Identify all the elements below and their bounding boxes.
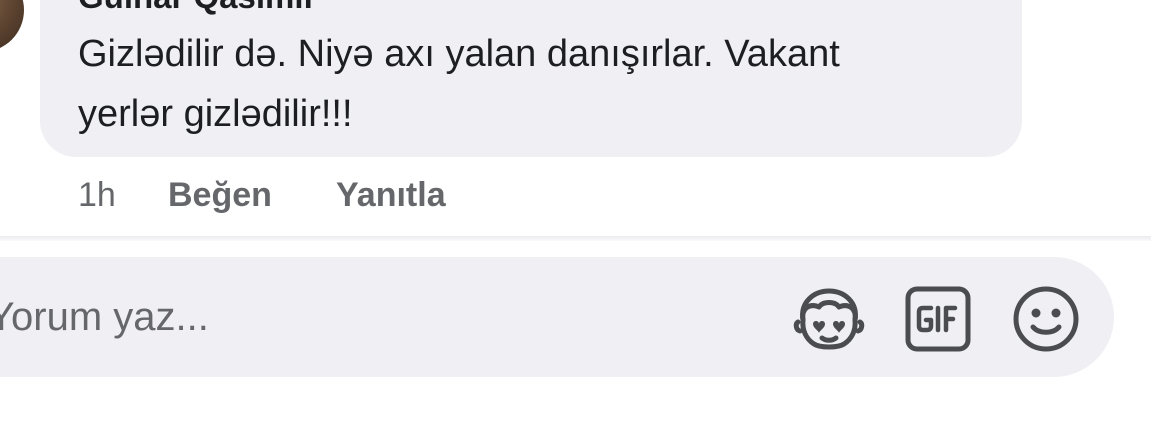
gif-button[interactable] <box>901 284 975 354</box>
comment-text: Gizlədilir də. Niyə axı yalan danışırlar… <box>78 24 1008 144</box>
comment-timestamp[interactable]: 1h <box>78 176 116 215</box>
emoji-button[interactable] <box>1009 284 1083 354</box>
reply-button[interactable]: Yanıtla <box>336 176 446 215</box>
author-avatar[interactable] <box>0 0 24 52</box>
like-button[interactable]: Beğen <box>168 176 272 215</box>
emoji-icon <box>1013 286 1079 352</box>
comment-text-line-2: yerlər gizlədilir!!! <box>78 93 353 135</box>
comment-author[interactable]: Gülnar Qasımlı <box>78 0 313 16</box>
comment-screen: Gülnar Qasımlı Gizlədilir də. Niyə axı y… <box>0 0 1151 447</box>
avatar-sticker-icon <box>793 288 865 350</box>
divider <box>0 236 1151 241</box>
comment-input[interactable] <box>0 290 760 344</box>
comment-text-line-1: Gizlədilir də. Niyə axı yalan danışırlar… <box>78 33 840 75</box>
comment-actions: 1h Beğen Yanıtla <box>0 176 1151 220</box>
avatar-sticker-button[interactable] <box>792 284 866 354</box>
gif-icon <box>905 286 971 352</box>
